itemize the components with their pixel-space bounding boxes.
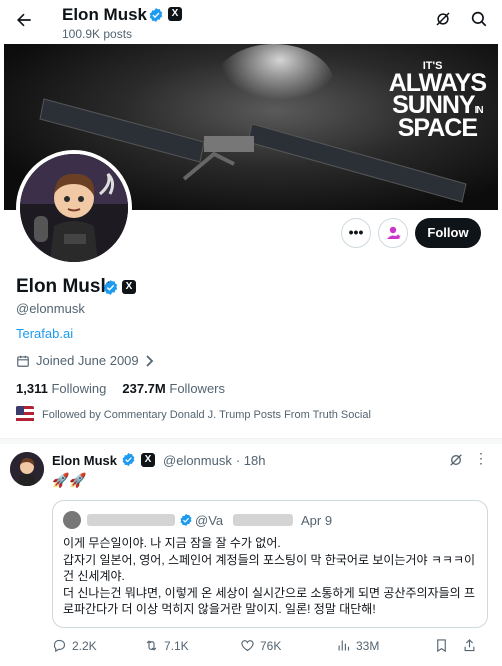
header-badges: X (148, 7, 182, 23)
followers-link[interactable]: 237.7M Followers (122, 381, 225, 396)
x-affiliate-icon: X (168, 7, 182, 21)
share-button[interactable] (462, 638, 482, 653)
followed-by-avatar (16, 406, 34, 424)
grok-icon[interactable] (434, 10, 452, 33)
calendar-icon (17, 355, 29, 367)
verified-icon (179, 513, 193, 532)
tweet-more-icon[interactable]: ⋮ (474, 450, 488, 467)
joined-date[interactable]: Joined June 2009 (16, 353, 155, 368)
verified-icon (102, 279, 118, 295)
posts-count: 100.9K posts (62, 27, 133, 41)
followed-by[interactable]: Followed by Commentary Donald J. Trump P… (16, 406, 371, 424)
quoted-text: 이게 무슨일이야. 나 지금 잠을 잘 수가 없어. 갑자기 일본어, 영어, … (63, 536, 476, 616)
like-count: 76K (260, 638, 282, 653)
quoted-author-handle: @Va (195, 513, 224, 528)
share-icon (464, 639, 475, 652)
grok-icon[interactable] (448, 452, 464, 473)
back-arrow-icon[interactable] (14, 10, 36, 32)
tweet-action-bar: 2.2K 7.1K 76K 33M (52, 638, 492, 653)
joined-label: Joined June 2009 (36, 353, 139, 368)
profile-website-link[interactable]: Terafab.ai (16, 326, 73, 341)
quoted-date: Apr 9 (301, 513, 333, 528)
chevron-right-icon (146, 354, 153, 367)
repost-button[interactable]: 7.1K (144, 638, 240, 653)
like-button[interactable]: 76K (240, 638, 336, 653)
bookmark-button[interactable] (434, 638, 462, 653)
following-link[interactable]: 1,311 Following (16, 381, 106, 396)
quoted-tweet[interactable]: @Va Apr 9 이게 무슨일이야. 나 지금 잠을 잘 수가 없어. 갑자기… (52, 500, 488, 628)
x-affiliate-icon: X (122, 280, 136, 294)
follow-button[interactable]: Follow (415, 218, 481, 248)
views-count: 33M (356, 638, 380, 653)
reply-icon (53, 639, 66, 653)
heart-icon (241, 640, 254, 652)
profile-avatar[interactable] (16, 150, 132, 266)
avatar-cartoon-image (20, 154, 128, 262)
bookmark-icon (437, 639, 446, 653)
subscribe-button[interactable] (378, 218, 408, 248)
views-button[interactable]: 33M (336, 638, 434, 653)
search-icon[interactable] (470, 10, 488, 33)
header-actions (434, 10, 488, 33)
verified-icon (121, 452, 137, 468)
tweet-author-name[interactable]: Elon Musk (52, 453, 117, 468)
tweet-time[interactable]: · 18h (236, 453, 266, 468)
profile-badges: X (102, 279, 136, 295)
subscribe-icon (387, 226, 401, 239)
tweet-header: Elon Musk X @elonmusk · 18h (52, 452, 266, 468)
tweet-author-avatar[interactable] (10, 452, 44, 486)
x-affiliate-icon: X (141, 453, 156, 467)
tweet-text: 🚀🚀 (52, 472, 87, 488)
tweet-author-handle[interactable]: @elonmusk (163, 453, 232, 468)
verified-icon (148, 7, 164, 23)
repost-icon (146, 640, 157, 651)
top-bar: Elon Musk X 100.9K posts (0, 0, 502, 44)
repost-count: 7.1K (164, 638, 189, 653)
redacted-handle (233, 514, 293, 526)
quoted-author-avatar (63, 511, 81, 529)
more-options-button[interactable]: ••• (341, 218, 371, 248)
profile-name: Elon Musk (16, 276, 112, 297)
banner-slogan: IT'S ALWAYS SUNNYIN SPACE (388, 60, 487, 142)
views-icon (338, 640, 350, 651)
followed-by-text: Followed by Commentary Donald J. Trump P… (42, 409, 371, 421)
profile-handle: @elonmusk (16, 301, 85, 316)
section-divider (0, 438, 502, 444)
reply-button[interactable]: 2.2K (52, 638, 144, 653)
follow-stats: 1,311 Following 237.7M Followers (16, 381, 225, 396)
redacted-name (87, 514, 175, 526)
reply-count: 2.2K (72, 638, 97, 653)
header-title: Elon Musk (62, 5, 148, 24)
